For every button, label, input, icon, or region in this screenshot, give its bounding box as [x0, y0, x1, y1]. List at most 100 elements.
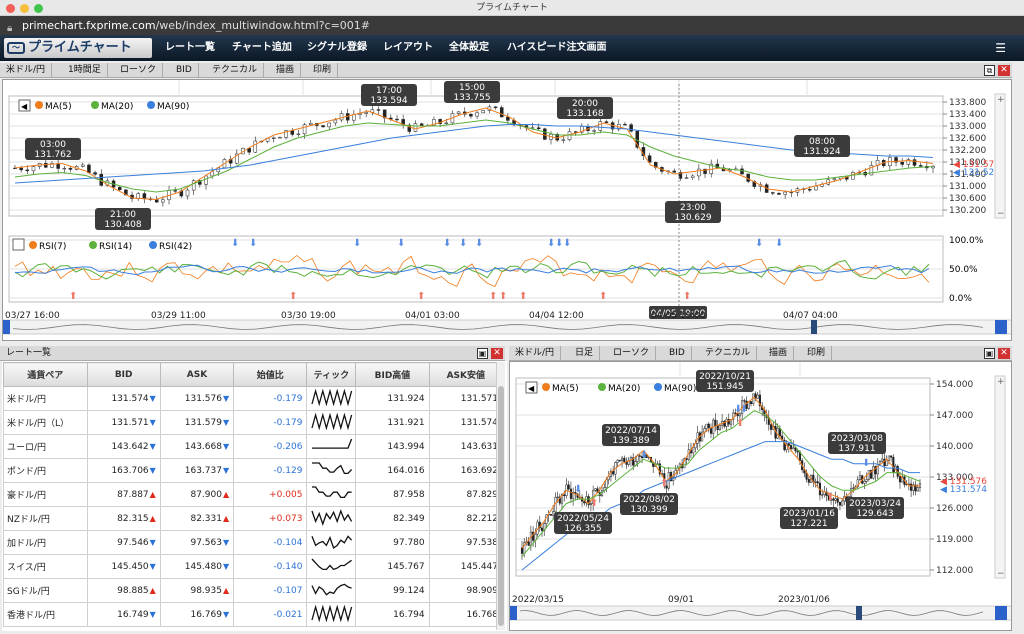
rate-row[interactable]: 香港ドル/円 16.749▼ 16.769▼ -0.021 16.794 16.768 — [3, 602, 504, 627]
chart1-draw-button[interactable]: 描画 — [270, 63, 302, 78]
candle — [605, 479, 608, 488]
scroll-track — [3, 319, 1011, 335]
chart2-draw-button[interactable]: 描画 — [763, 346, 795, 361]
rate-pair: 香港ドル/円 — [3, 602, 88, 627]
rate-row[interactable]: ポンド/円 163.706▼ 163.737▼ -0.129 164.016 163.69… — [3, 458, 504, 483]
tick-sparkline — [312, 462, 353, 475]
annotation-price: 133.594 — [370, 96, 407, 106]
candle — [771, 192, 775, 194]
candle — [527, 541, 530, 546]
rate-row[interactable]: スイス/円 145.450▼ 145.480▼ -0.140 145.767 145.44… — [3, 554, 504, 579]
annotation-price: 129.643 — [856, 509, 893, 519]
annotation-time: 15:00 — [459, 83, 485, 93]
col-ask-low[interactable]: ASK安値 — [428, 362, 504, 387]
down-arrow-icon: ⬇ — [574, 484, 582, 495]
candle — [278, 137, 282, 139]
candle — [618, 459, 621, 462]
rate-ask: 16.769▼ — [159, 602, 235, 627]
rate-row[interactable]: 米ドル/円（L） 131.571▼ 131.579▼ -0.179 131.921 131… — [3, 410, 504, 435]
price-tick: 112.000 — [936, 566, 973, 576]
rate-list-scroll-thumb[interactable] — [498, 386, 504, 626]
close-icon[interactable]: ✕ — [998, 348, 1010, 359]
chart1-print-button[interactable]: 印刷 — [307, 63, 339, 78]
menu-layout[interactable]: レイアウト — [383, 35, 433, 61]
up-arrow-icon: ⬆ — [683, 291, 691, 302]
candle — [623, 123, 627, 126]
col-pair[interactable]: 通貨ペア — [3, 362, 88, 387]
rate-tick — [306, 386, 357, 411]
zoom-window-button[interactable] — [34, 4, 43, 13]
chart1-price-axis: 133.800133.400133.000132.600132.200131.8… — [943, 98, 1000, 216]
rate-bid-high: 16.794 — [355, 602, 430, 627]
chart2-pair-button[interactable]: 米ドル/円 — [509, 346, 562, 361]
annotation-price: 130.629 — [674, 213, 711, 223]
up-arrow-icon: ⬆ — [826, 492, 834, 503]
close-icon[interactable]: ✕ — [998, 65, 1010, 76]
up-arrow-icon: ⬆ — [599, 291, 607, 302]
rate-row[interactable]: 豪ドル/円 87.887▲ 87.900▲ +0.005 87.958 87.829 — [3, 482, 504, 507]
tick-line — [311, 604, 353, 623]
candle — [612, 470, 615, 475]
address-bar[interactable]: 🔒︎ primechart.fxprime.com/web/index_mult… — [0, 16, 1024, 35]
candle — [25, 169, 30, 172]
rate-ask-low: 163.692 — [428, 458, 504, 483]
rate-row[interactable]: SGドル/円 98.885▲ 98.935▲ -0.107 99.124 98.909 — [3, 578, 504, 603]
tick-sparkline — [311, 509, 353, 526]
candle — [290, 130, 294, 135]
close-window-button[interactable] — [6, 4, 15, 13]
chart2-panel[interactable]: 2022/10/21151.945 2022/07/14139.389 2022/0… — [509, 361, 1012, 631]
up-arrow-icon: ⬆ — [660, 478, 668, 489]
time-label: 09/01 — [668, 595, 694, 605]
col-tick[interactable]: ティック — [306, 362, 357, 387]
candle — [816, 481, 819, 484]
col-ask[interactable]: ASK — [159, 362, 235, 387]
scroll-track — [510, 605, 1011, 621]
chart1-type-button[interactable]: ローソク — [114, 63, 164, 78]
rate-row[interactable]: 加ドル/円 97.546▼ 97.563▼ -0.104 97.780 97.538 — [3, 530, 504, 555]
rate-row[interactable]: 米ドル/円 131.574▼ 131.576▼ -0.179 131.924 131.57… — [3, 386, 504, 411]
candle — [567, 484, 570, 490]
candle — [333, 119, 338, 124]
rate-change: +0.073 — [233, 506, 308, 531]
col-bid-high[interactable]: BID高値 — [355, 362, 430, 387]
rate-row[interactable]: ユーロ/円 143.642▼ 143.668▼ -0.206 143.994 143.63… — [3, 434, 504, 459]
candle — [117, 186, 122, 191]
candle — [161, 199, 165, 203]
menu-highspeed-order[interactable]: ハイスピード注文画面 — [507, 35, 607, 61]
chart2-technical-button[interactable]: テクニカル — [699, 346, 758, 361]
candle — [31, 166, 36, 172]
candle — [499, 107, 504, 118]
chart2-print-button[interactable]: 印刷 — [801, 346, 833, 361]
annotation-price: 151.945 — [706, 382, 743, 392]
chart2-interval-button[interactable]: 日足 — [569, 346, 601, 361]
col-change[interactable]: 始値比 — [233, 362, 308, 387]
legend-dot — [598, 383, 606, 391]
hamburger-icon[interactable]: ☰ — [995, 35, 1006, 61]
menu-rate-list[interactable]: レート一覧 — [165, 35, 215, 61]
minimize-window-button[interactable] — [20, 4, 29, 13]
chart1-technical-button[interactable]: テクニカル — [206, 63, 265, 78]
chart1-interval-button[interactable]: 1時間足 — [62, 63, 108, 78]
tick-line — [311, 583, 353, 596]
candle — [841, 500, 844, 506]
chart1-panel[interactable]: 100.0% 50.0% 0.0% RSI(7) RSI(14) RSI(42) ⬇ ⬇ ⬇ ⬇ ⬇… — [2, 79, 1012, 341]
legend-label: MA(90) — [157, 102, 189, 112]
col-bid[interactable]: BID — [86, 362, 161, 387]
chart2-type-button[interactable]: ローソク — [607, 346, 657, 361]
close-icon[interactable]: ✕ — [491, 348, 503, 359]
menu-signal[interactable]: シグナル登録 — [307, 35, 367, 61]
rate-bid: 87.887▲ — [86, 482, 161, 507]
chart1-pair-button[interactable]: 米ドル/円 — [0, 63, 53, 78]
rate-row[interactable]: NZドル/円 82.315▲ 82.331▲ +0.073 82.349 82.212 — [3, 506, 504, 531]
maximize-icon[interactable]: ▣ — [984, 348, 995, 359]
chart1-price-button[interactable]: BID — [170, 63, 199, 78]
legend-toggle-icon — [12, 238, 25, 251]
menu-add-chart[interactable]: チャート追加 — [232, 35, 292, 61]
menu-settings[interactable]: 全体設定 — [449, 35, 489, 61]
rate-list-scrollbar[interactable] — [496, 362, 505, 630]
chart2-price-button[interactable]: BID — [663, 346, 692, 361]
maximize-icon[interactable]: ▣ — [477, 348, 488, 359]
maximize-icon[interactable]: ⧉ — [984, 65, 995, 76]
price-tick: 119.000 — [936, 535, 973, 545]
rate-pair: SGドル/円 — [3, 578, 88, 603]
